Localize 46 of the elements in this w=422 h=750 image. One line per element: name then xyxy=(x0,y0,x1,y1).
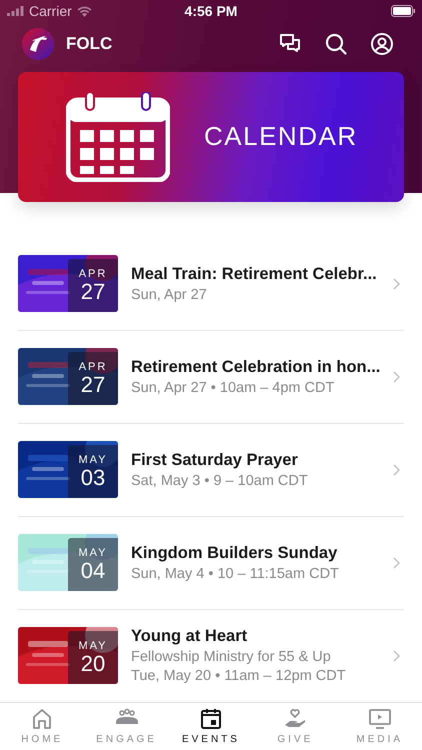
battery-icon xyxy=(391,5,416,17)
chevron-icon xyxy=(393,278,400,290)
event-day: 04 xyxy=(80,558,106,583)
event-month: MAY xyxy=(78,640,108,652)
status-time: 4:56 PM xyxy=(184,3,238,19)
event-detail: Sun, May 4 • 10 – 11:15am CDT xyxy=(131,566,340,582)
chevron-icon xyxy=(393,650,400,662)
event-day: 27 xyxy=(80,372,106,397)
logo-icon[interactable] xyxy=(22,28,54,60)
events-icon xyxy=(198,707,223,732)
event-month: APR xyxy=(78,268,108,280)
chevron-icon xyxy=(393,464,400,476)
event-month: MAY xyxy=(78,546,108,559)
carrier-name: Carrier xyxy=(29,3,72,19)
event-day: 03 xyxy=(80,466,106,490)
tab[interactable]: EVENTS xyxy=(172,707,249,746)
event-row[interactable]: APR 27 Retirement Celebration in hon... Sun, Apr 27 • 10am – 4pm CDT xyxy=(18,330,404,424)
event-month: MAY xyxy=(78,454,108,466)
event-title: Retirement Celebration in hon... xyxy=(131,358,380,377)
banner-label: CALENDAR xyxy=(204,121,358,152)
media-icon xyxy=(368,707,392,732)
event-detail: Sun, Apr 27 xyxy=(131,286,208,303)
chevron-icon xyxy=(393,556,400,569)
event-detail: Sat, May 3 • 9 – 10am CDT xyxy=(131,472,309,489)
event-title: Meal Train: Retirement Celebr... xyxy=(131,264,378,284)
search-icon[interactable] xyxy=(324,32,348,56)
calendar-icon xyxy=(66,92,170,182)
event-row[interactable]: MAY 04 Kingdom Builders Sunday Sun, May 4 • 10 – 11:15am CDT xyxy=(18,516,404,610)
event-title: Kingdom Builders Sunday xyxy=(131,544,338,563)
profile-icon[interactable] xyxy=(370,32,394,56)
event-title: First Saturday Prayer xyxy=(131,450,299,470)
signal-icon xyxy=(7,6,24,16)
calendar-banner[interactable]: CALENDAR xyxy=(18,72,404,202)
chevron-icon xyxy=(393,370,400,383)
event-day: 27 xyxy=(80,280,106,304)
event-month: APR xyxy=(78,360,108,373)
app-title: FOLC xyxy=(66,34,112,54)
event-row[interactable]: MAY 20 Young at Heart Fellowship Ministry for 55 & Up Tue, May 20 • 11am – 12pm CDT xyxy=(18,610,404,702)
event-detail: Fellowship Ministry for 55 & Up xyxy=(131,649,332,666)
event-detail: Tue, May 20 • 11am – 12pm CDT xyxy=(131,668,347,684)
event-row[interactable]: APR 27 Meal Train: Retirement Celebr... Sun, Apr 27 xyxy=(18,238,404,331)
event-row[interactable]: MAY 03 First Saturday Prayer Sat, May 3 • 9 – 10am CDT xyxy=(18,424,404,517)
event-day: 20 xyxy=(80,652,106,676)
event-title: Young at Heart xyxy=(131,627,248,646)
wifi-icon xyxy=(76,6,92,16)
event-detail: Sun, Apr 27 • 10am – 4pm CDT xyxy=(131,380,336,396)
